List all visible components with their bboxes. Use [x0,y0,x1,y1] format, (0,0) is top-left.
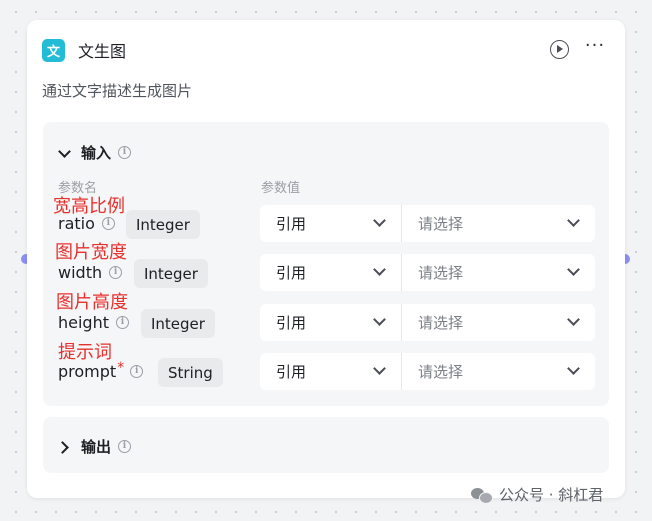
param-name-prompt: prompt * i [58,359,144,381]
value-placeholder: 请选择 [418,363,464,381]
info-icon[interactable]: i [109,266,123,279]
value-row-width: 引用 请选择 [260,254,595,291]
chevron-down-icon [373,364,385,376]
ref-type-select[interactable]: 引用 [260,205,401,242]
value-placeholder: 请选择 [418,215,464,233]
output-section-title: 输出 [81,438,112,456]
type-tag: String [158,358,223,387]
value-select[interactable]: 请选择 [402,304,595,341]
chevron-down-icon [373,216,385,228]
chevron-right-icon[interactable] [57,439,73,455]
value-row-height: 引用 请选择 [260,304,595,341]
info-icon[interactable]: i [118,146,132,159]
param-name-label: width [58,263,103,282]
chevron-down-icon [567,265,579,277]
param-name-width: width i [58,263,123,282]
wechat-icon [471,486,493,504]
value-row-ratio: 引用 请选择 [260,205,595,242]
param-annotation: 提示词 [58,342,112,363]
ref-type-label: 引用 [276,215,307,233]
param-name-height: height i [58,313,129,332]
input-panel: 输入 i 参数名 参数值 宽高比例 ratio i Integer 引用 请选择… [43,122,609,406]
info-icon[interactable]: i [116,316,129,329]
chevron-down-icon [567,216,579,228]
ref-type-select[interactable]: 引用 [260,254,401,291]
ref-type-label: 引用 [276,314,307,332]
ref-type-select[interactable]: 引用 [260,353,401,390]
value-row-prompt: 引用 请选择 [260,353,595,390]
chevron-down-icon [373,315,385,327]
chevron-down-icon [567,315,579,327]
ref-type-label: 引用 [276,264,307,282]
param-name-label: prompt [58,362,117,381]
value-select[interactable]: 请选择 [402,205,595,242]
value-select[interactable]: 请选择 [402,353,595,390]
value-select[interactable]: 请选择 [402,254,595,291]
info-icon[interactable]: i [130,365,144,378]
input-section-header[interactable]: 输入 i [57,142,132,163]
param-annotation: 图片高度 [56,292,128,313]
chevron-down-icon [373,265,385,277]
ref-type-label: 引用 [276,363,307,381]
play-circle-icon[interactable] [550,40,569,59]
param-annotation: 图片宽度 [55,242,127,263]
value-placeholder: 请选择 [418,314,464,332]
chevron-down-icon [567,364,579,376]
watermark: 公众号 · 斜杠君 [471,484,603,505]
param-name-label: height [58,313,109,332]
node-header: 文 文生图 [42,38,126,62]
type-tag: Integer [126,210,200,239]
info-icon[interactable]: i [101,217,115,230]
node-description: 通过文字描述生成图片 [42,82,193,100]
required-mark: * [117,359,125,376]
output-section-header[interactable]: 输出 i [57,436,132,457]
value-placeholder: 请选择 [418,264,464,282]
param-name-label: ratio [58,214,95,233]
info-icon[interactable]: i [118,440,132,453]
text-icon: 文 [42,38,65,62]
ref-type-select[interactable]: 引用 [260,304,401,341]
output-panel: 输出 i [43,417,609,473]
watermark-text: 公众号 · 斜杠君 [499,486,604,504]
param-name-ratio: ratio i [58,214,115,233]
param-value-header: 参数值 [261,181,301,196]
type-tag: Integer [141,309,215,338]
more-horizontal-icon[interactable]: ··· [584,37,606,57]
input-section-title: 输入 [81,144,112,162]
type-tag: Integer [134,259,208,288]
chevron-down-icon[interactable] [57,145,73,161]
node-title: 文生图 [78,42,127,61]
text-to-image-node[interactable]: 文 文生图 ··· 通过文字描述生成图片 输入 i 参数名 参数值 宽高比例 r… [27,20,625,498]
